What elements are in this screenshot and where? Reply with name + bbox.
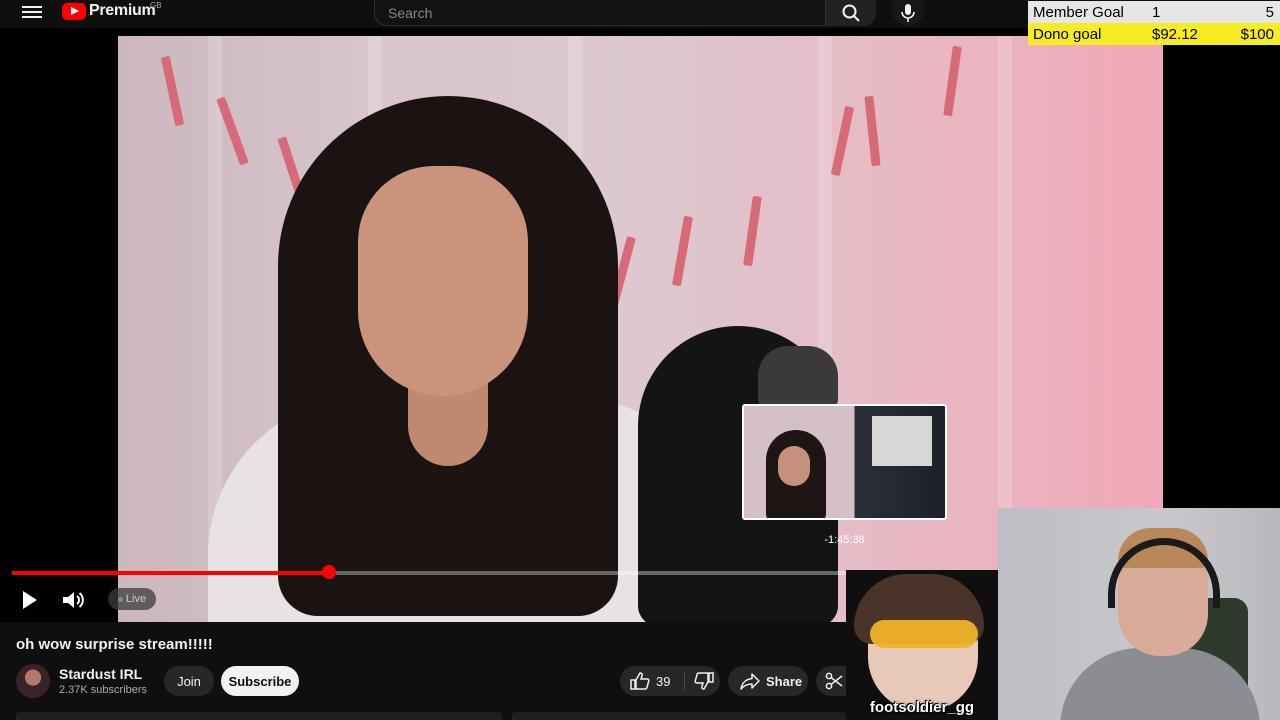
menu-icon[interactable] xyxy=(22,4,42,20)
vtuber-name: footsoldier_gg xyxy=(869,699,975,716)
subscriber-count: 2.37K subscribers xyxy=(59,684,148,696)
dono-goal-target: $100 xyxy=(1240,25,1274,43)
youtube-logo-icon xyxy=(62,2,86,20)
chat-box[interactable] xyxy=(512,712,846,720)
member-goal-target: 5 xyxy=(1265,3,1274,21)
logo-text: Premium xyxy=(89,2,156,19)
thumbs-down-icon xyxy=(694,672,714,690)
voice-search-button[interactable] xyxy=(892,0,924,26)
like-count: 39 xyxy=(656,673,671,689)
logo-region: GB xyxy=(150,1,162,10)
progress-bar[interactable] xyxy=(12,571,846,575)
description-box[interactable] xyxy=(16,712,502,720)
live-label: Live xyxy=(125,593,147,605)
sunglasses-icon xyxy=(870,620,978,648)
member-goal-label: Member Goal xyxy=(1033,3,1124,21)
thumbs-up-icon xyxy=(630,672,650,690)
dislike-button[interactable] xyxy=(688,666,720,696)
seek-preview-time: -1:45:38 xyxy=(824,534,865,546)
volume-icon[interactable] xyxy=(60,588,86,612)
member-goal-row: Member Goal 1 5 xyxy=(1028,1,1280,23)
like-button[interactable]: 39 xyxy=(620,666,684,696)
dono-goal-row: Dono goal $92.12 $100 xyxy=(1028,23,1280,45)
stream-goals-overlay: Member Goal 1 5 Dono goal $92.12 $100 xyxy=(1028,0,1280,45)
scrubber-handle[interactable] xyxy=(321,565,336,579)
like-divider xyxy=(684,672,685,690)
live-badge[interactable]: Live xyxy=(108,588,156,610)
search-box xyxy=(374,0,826,26)
join-button[interactable]: Join xyxy=(164,666,214,696)
live-dot-icon xyxy=(117,596,123,602)
search-icon xyxy=(842,4,860,22)
channel-name[interactable]: Stardust IRL xyxy=(59,666,142,682)
scissors-icon xyxy=(825,672,843,690)
share-icon xyxy=(740,673,760,690)
microphone-icon xyxy=(901,4,915,22)
play-icon[interactable] xyxy=(18,588,42,612)
share-button[interactable]: Share xyxy=(728,666,808,696)
share-label: Share xyxy=(766,673,803,689)
subscribe-button[interactable]: Subscribe xyxy=(221,666,299,696)
search-input[interactable] xyxy=(388,4,808,22)
dono-goal-label: Dono goal xyxy=(1033,25,1102,43)
member-goal-current: 1 xyxy=(1152,3,1161,21)
progress-bar-played xyxy=(12,571,329,575)
video-title: oh wow surprise stream!!!!! xyxy=(16,636,213,653)
vtuber-avatar-overlay: footsoldier_gg xyxy=(846,570,998,720)
dono-goal-current: $92.12 xyxy=(1152,25,1198,43)
channel-avatar[interactable] xyxy=(16,664,50,698)
search-button[interactable] xyxy=(826,0,876,26)
webcam-overlay xyxy=(998,508,1280,720)
youtube-premium-logo[interactable]: Premium GB xyxy=(62,1,162,20)
seek-preview-thumbnail xyxy=(742,404,947,520)
like-dislike-group: 39 xyxy=(620,666,720,696)
